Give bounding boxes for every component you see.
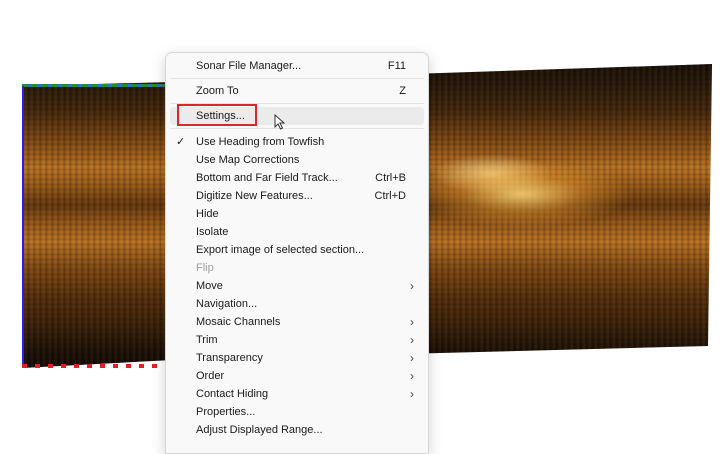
menu-item-bottom-far-field-track[interactable]: Bottom and Far Field Track... Ctrl+B xyxy=(170,169,424,187)
menu-item-shortcut: Ctrl+D xyxy=(374,190,406,202)
menu-item-label: Navigation... xyxy=(196,298,258,310)
menu-item-properties[interactable]: Properties... xyxy=(170,403,424,421)
menu-item-flip: Flip xyxy=(170,259,424,277)
menu-item-shortcut: Ctrl+B xyxy=(375,172,406,184)
menu-item-label: Order xyxy=(196,370,225,382)
menu-item-sonar-file-manager[interactable]: Sonar File Manager... F11 xyxy=(170,57,424,75)
menu-item-zoom-to[interactable]: Zoom To Z xyxy=(170,82,424,100)
chevron-right-icon: › xyxy=(410,315,414,329)
menu-item-isolate[interactable]: Isolate xyxy=(170,223,424,241)
sonar-track-left-edge xyxy=(22,86,24,368)
menu-item-label: Transparency xyxy=(196,352,263,364)
menu-item-label: Properties... xyxy=(196,406,256,418)
menu-item-label: Use Heading from Towfish xyxy=(196,136,325,148)
menu-item-label: Export image of selected section... xyxy=(196,244,365,256)
check-icon: ✓ xyxy=(176,136,186,148)
menu-item-contact-hiding[interactable]: Contact Hiding › xyxy=(170,385,424,403)
menu-item-label: Sonar File Manager... xyxy=(196,60,302,72)
menu-item-move[interactable]: Move › xyxy=(170,277,424,295)
menu-item-label: Mosaic Channels xyxy=(196,316,281,328)
settings-highlight-box xyxy=(177,104,257,126)
chevron-right-icon: › xyxy=(410,369,414,383)
menu-item-label: Bottom and Far Field Track... xyxy=(196,172,338,184)
menu-item-label: Flip xyxy=(196,262,214,274)
menu-item-label: Use Map Corrections xyxy=(196,154,300,166)
chevron-right-icon: › xyxy=(410,333,414,347)
sonar-track-bottom-edge xyxy=(22,364,172,368)
menu-item-digitize-new-features[interactable]: Digitize New Features... Ctrl+D xyxy=(170,187,424,205)
chevron-right-icon: › xyxy=(410,351,414,365)
menu-item-use-heading-from-towfish[interactable]: ✓ Use Heading from Towfish xyxy=(170,133,424,151)
menu-item-transparency[interactable]: Transparency › xyxy=(170,349,424,367)
menu-item-label: Hide xyxy=(196,208,219,220)
chevron-right-icon: › xyxy=(410,387,414,401)
menu-item-shortcut: Z xyxy=(399,85,406,97)
menu-separator xyxy=(170,78,424,79)
menu-item-order[interactable]: Order › xyxy=(170,367,424,385)
chevron-right-icon: › xyxy=(410,279,414,293)
menu-item-mosaic-channels[interactable]: Mosaic Channels › xyxy=(170,313,424,331)
mouse-cursor-icon xyxy=(274,114,286,130)
menu-item-label: Move xyxy=(196,280,223,292)
menu-item-label: Contact Hiding xyxy=(196,388,269,400)
menu-item-navigation[interactable]: Navigation... xyxy=(170,295,424,313)
menu-item-label: Isolate xyxy=(196,226,229,238)
menu-item-hide[interactable]: Hide xyxy=(170,205,424,223)
menu-item-label: Adjust Displayed Range... xyxy=(196,424,323,436)
menu-separator xyxy=(170,128,424,129)
menu-item-export-image[interactable]: Export image of selected section... xyxy=(170,241,424,259)
menu-item-label: Trim xyxy=(196,334,218,346)
menu-item-trim[interactable]: Trim › xyxy=(170,331,424,349)
menu-item-label: Zoom To xyxy=(196,85,239,97)
menu-item-adjust-displayed-range[interactable]: Adjust Displayed Range... xyxy=(170,421,424,439)
menu-item-label: Digitize New Features... xyxy=(196,190,313,202)
sonar-track-top-edge xyxy=(22,84,172,87)
menu-item-shortcut: F11 xyxy=(387,60,406,72)
menu-item-use-map-corrections[interactable]: Use Map Corrections xyxy=(170,151,424,169)
